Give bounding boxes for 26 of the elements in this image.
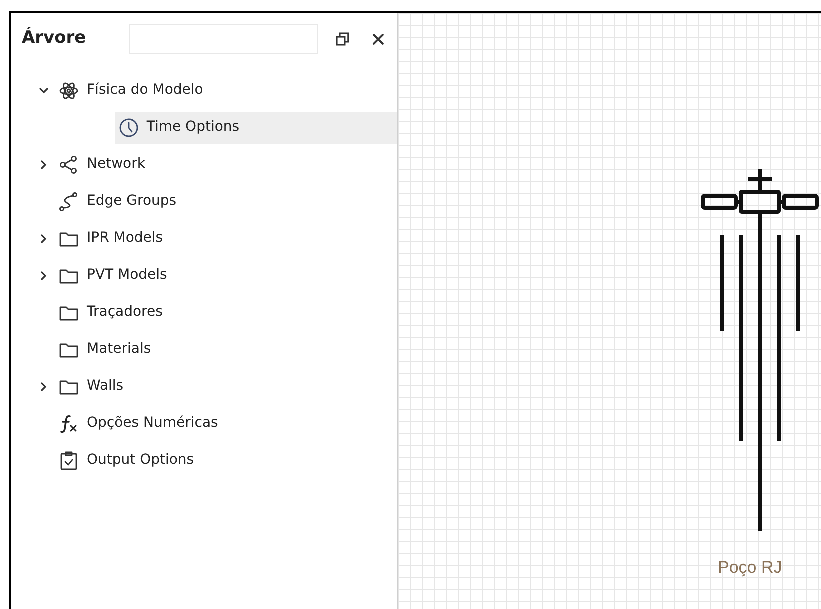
well-label: Poço RJ [718, 557, 782, 579]
tree-item[interactable]: Opções Numéricas [55, 408, 218, 440]
tree-item[interactable]: IPR Models [55, 222, 164, 254]
function-icon [59, 414, 79, 434]
tree-item[interactable]: Traçadores [55, 296, 163, 328]
panel-title: Árvore [22, 26, 88, 50]
tree-item[interactable]: Edge Groups [55, 186, 177, 218]
clipboard-check-icon [59, 450, 79, 470]
tree-item[interactable]: Materials [55, 334, 152, 366]
tree-item[interactable]: Física do Modelo [55, 74, 204, 106]
clock-icon [118, 118, 139, 138]
restore-window-icon[interactable] [336, 32, 350, 46]
tree-item[interactable]: Network [55, 148, 146, 180]
curved-path-icon [59, 192, 79, 212]
share-nodes-icon [59, 154, 79, 174]
chevron-down-icon[interactable] [39, 86, 49, 96]
tree-item[interactable]: Output Options [55, 444, 194, 476]
atom-icon [59, 80, 79, 100]
tree-item[interactable]: Walls [55, 370, 124, 402]
chevron-right-icon[interactable] [39, 382, 49, 392]
tree-item[interactable]: PVT Models [55, 260, 168, 292]
tree-item[interactable]: Time Options [114, 112, 397, 144]
chevron-right-icon[interactable] [39, 270, 49, 280]
chevron-right-icon[interactable] [39, 234, 49, 244]
close-icon[interactable] [372, 32, 385, 46]
chevron-right-icon[interactable] [39, 160, 49, 170]
